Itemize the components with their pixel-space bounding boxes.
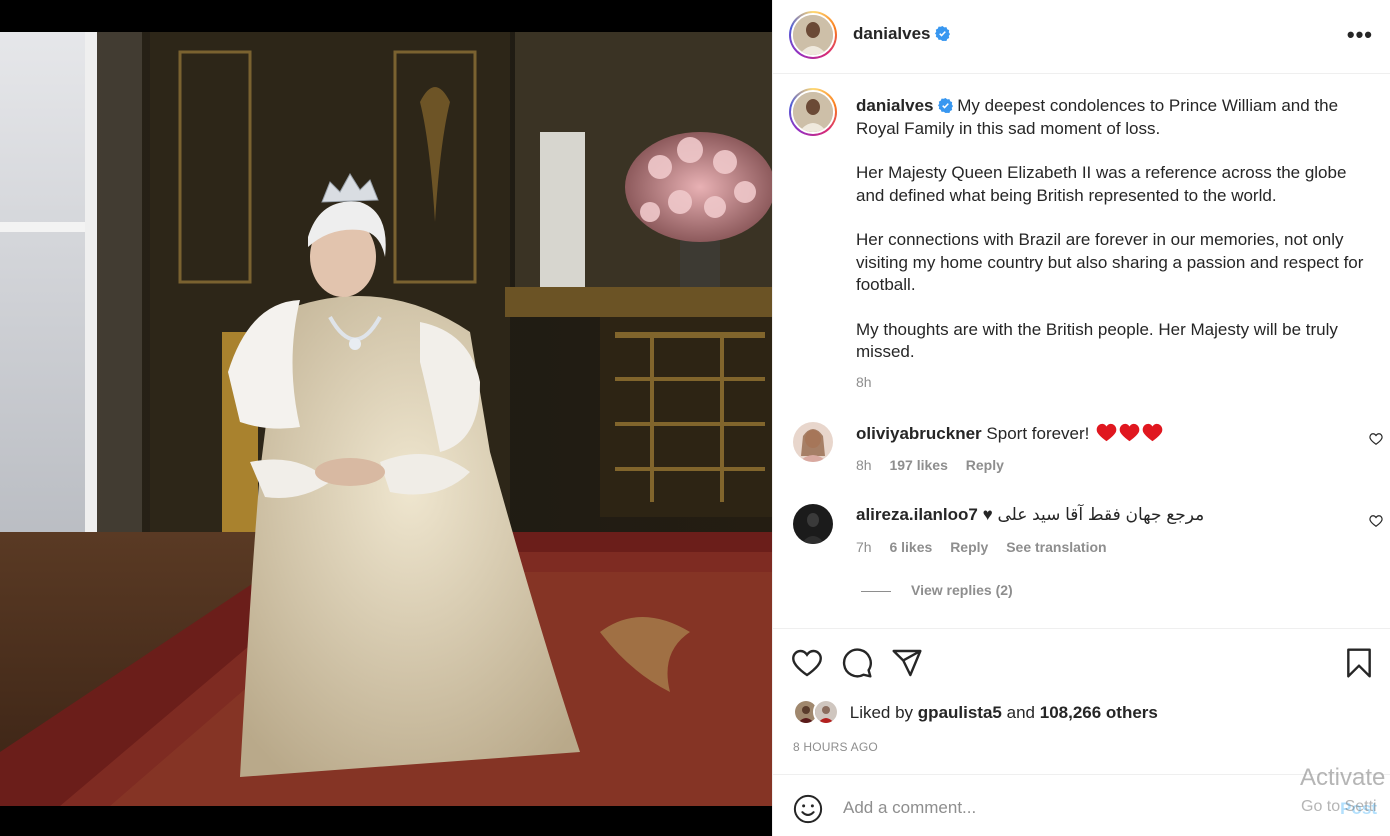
caption-paragraph-4: My thoughts are with the British people.…: [856, 319, 1338, 362]
red-heart-emoji-icon: [1119, 423, 1140, 442]
commenter-username[interactable]: alireza.ilanloo7: [856, 505, 978, 524]
emoji-icon[interactable]: [793, 794, 823, 824]
liker-avatar[interactable]: [813, 699, 839, 725]
comment-time[interactable]: 8h: [856, 457, 872, 473]
liked-by: Liked by gpaulista5 and 108,266 others: [793, 699, 1158, 725]
caption-paragraph-3: Her connections with Brazil are forever …: [856, 230, 1364, 294]
comment-like-heart-icon[interactable]: [1369, 432, 1383, 446]
author-username-text[interactable]: danialves: [853, 24, 931, 43]
post-side-panel: danialves ••• danialves My deepest condo…: [772, 0, 1390, 836]
post-timestamp[interactable]: 8 HOURS AGO: [793, 740, 878, 754]
more-horizontal-icon[interactable]: •••: [1347, 22, 1373, 48]
comment-meta: 7h 6 likes Reply See translation: [856, 539, 1121, 555]
comment-body: Sport forever!: [986, 424, 1090, 443]
view-replies-label[interactable]: View replies (2): [911, 582, 1013, 598]
commenter-username[interactable]: oliviyabruckner: [856, 424, 982, 443]
post-actions: Liked by gpaulista5 and 108,266 others 8…: [773, 628, 1390, 774]
comment-reply-button[interactable]: Reply: [966, 457, 1004, 473]
liked-by-others[interactable]: 108,266 others: [1040, 703, 1158, 722]
caption-paragraph-2: Her Majesty Queen Elizabeth II was a ref…: [856, 163, 1347, 205]
comment-emoji: [1094, 423, 1163, 443]
author-username[interactable]: danialves: [853, 24, 950, 44]
avatar-image: [793, 15, 833, 55]
caption-author-avatar[interactable]: [789, 88, 837, 136]
caption-text: danialves My deepest condolences to Prin…: [856, 95, 1376, 386]
view-replies-divider: [861, 590, 891, 592]
liked-by-prefix: Liked by: [849, 703, 914, 722]
verified-badge-icon: [937, 98, 953, 113]
avatar-image: [793, 92, 833, 132]
red-heart-emoji-icon: [1142, 423, 1163, 442]
windows-activation-watermark-subtext: Go to Setti: [1301, 798, 1377, 815]
avatar-image: [793, 422, 833, 462]
author-avatar[interactable]: [789, 11, 837, 59]
comment-text: alireza.ilanloo7 مرجع جهان فقط آقا سید ع…: [856, 505, 1204, 525]
comment-reply-button[interactable]: Reply: [950, 539, 988, 555]
post-media[interactable]: [0, 0, 772, 836]
caption-timestamp[interactable]: 8h: [856, 374, 872, 390]
comment-input[interactable]: [843, 793, 1223, 823]
see-translation-button[interactable]: See translation: [1006, 539, 1106, 555]
comment-meta: 8h 197 likes Reply: [856, 457, 1018, 473]
heart-icon[interactable]: [791, 647, 823, 679]
liked-by-conj: and: [1006, 703, 1035, 722]
caption-username[interactable]: danialves: [856, 96, 934, 115]
view-replies-button[interactable]: View replies (2): [861, 582, 1013, 598]
add-comment-bar: Post: [773, 774, 1390, 836]
comment-time[interactable]: 7h: [856, 539, 872, 555]
commenter-avatar[interactable]: [793, 422, 833, 462]
comment-like-heart-icon[interactable]: [1369, 514, 1383, 528]
commenter-avatar[interactable]: [793, 504, 833, 544]
comment-icon[interactable]: [841, 647, 873, 679]
comment-body: مرجع جهان فقط آقا سید علی ♥: [982, 505, 1205, 524]
liked-by-user[interactable]: gpaulista5: [918, 703, 1002, 722]
comment-text: oliviyabruckner Sport forever!: [856, 423, 1163, 444]
comment-likes[interactable]: 6 likes: [889, 539, 932, 555]
share-icon[interactable]: [891, 647, 923, 679]
post-photo[interactable]: [0, 32, 772, 806]
bookmark-icon[interactable]: [1343, 647, 1375, 679]
verified-badge-icon: [934, 26, 950, 41]
avatar-image: [793, 504, 833, 544]
post-header: danialves •••: [773, 0, 1390, 74]
windows-activation-watermark: Activate: [1300, 764, 1386, 791]
liker-avatars: [793, 699, 839, 725]
photo-illustration: [0, 32, 772, 806]
red-heart-emoji-icon: [1096, 423, 1117, 442]
comment-likes[interactable]: 197 likes: [889, 457, 947, 473]
